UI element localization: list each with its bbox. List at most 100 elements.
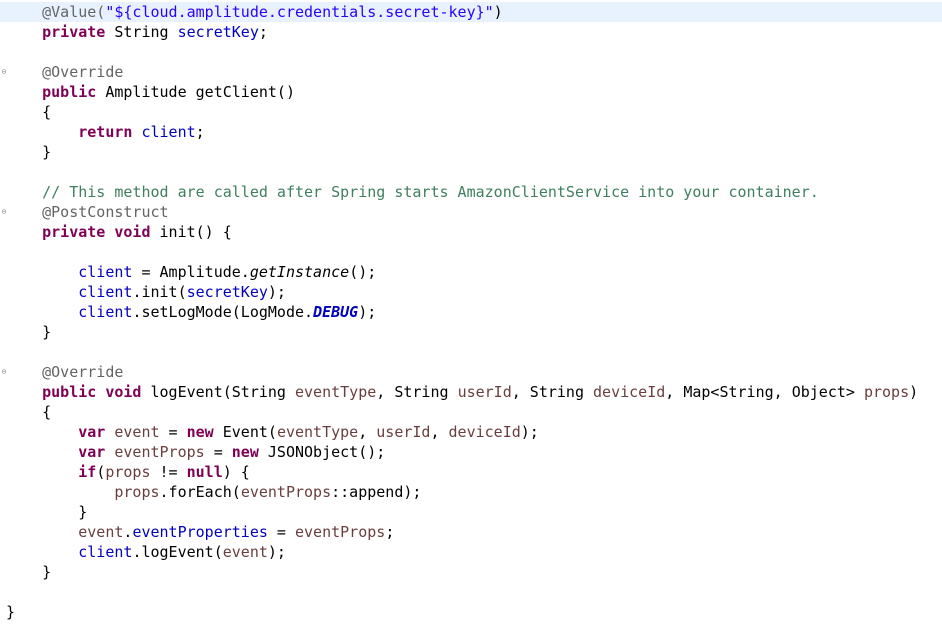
code-line[interactable] bbox=[0, 242, 942, 262]
code-token: } bbox=[6, 323, 52, 341]
code-line[interactable]: ⊖ @PostConstruct bbox=[0, 202, 942, 222]
code-token: var bbox=[78, 423, 106, 441]
code-token: void bbox=[105, 383, 142, 401]
code-token: , bbox=[430, 423, 449, 441]
code-line[interactable] bbox=[0, 42, 942, 62]
code-token: ) bbox=[909, 383, 919, 401]
code-line[interactable]: client.logEvent(event); bbox=[0, 542, 942, 562]
code-token: ); bbox=[520, 423, 539, 441]
code-line[interactable]: ⊖ @Override bbox=[0, 362, 942, 382]
code-token: ) { bbox=[222, 463, 250, 481]
code-line[interactable]: } bbox=[0, 142, 942, 162]
code-line[interactable]: } bbox=[0, 322, 942, 342]
code-line-text: private void init() { bbox=[6, 222, 232, 242]
code-line[interactable]: { bbox=[0, 402, 942, 422]
code-token: } bbox=[6, 143, 52, 161]
code-token: props bbox=[114, 483, 160, 501]
code-token: (); bbox=[349, 263, 377, 281]
code-token: getInstance bbox=[249, 263, 350, 281]
code-token: JSONObject(); bbox=[258, 443, 386, 461]
code-token: if bbox=[78, 463, 97, 481]
code-line[interactable]: } bbox=[0, 502, 942, 522]
code-token: init() { bbox=[150, 223, 232, 241]
code-token: , String bbox=[511, 383, 594, 401]
code-token: null bbox=[186, 463, 223, 481]
code-line[interactable]: var eventProps = new JSONObject(); bbox=[0, 442, 942, 462]
code-area[interactable]: @Value("${cloud.amplitude.credentials.se… bbox=[0, 2, 942, 622]
code-token: ; bbox=[195, 123, 205, 141]
code-line[interactable]: public void logEvent(String eventType, S… bbox=[0, 382, 942, 402]
code-line[interactable] bbox=[0, 162, 942, 182]
code-token: userId bbox=[457, 383, 512, 401]
code-line[interactable]: client.setLogMode(LogMode.DEBUG); bbox=[0, 302, 942, 322]
code-line[interactable] bbox=[0, 342, 942, 362]
code-token: ; bbox=[258, 23, 268, 41]
code-line[interactable]: return client; bbox=[0, 122, 942, 142]
code-token: public bbox=[42, 383, 97, 401]
code-token: .forEach( bbox=[159, 483, 241, 501]
code-line[interactable]: private void init() { bbox=[0, 222, 942, 242]
code-token: , String bbox=[376, 383, 458, 401]
code-token: eventType bbox=[295, 383, 377, 401]
code-line-text: public Amplitude getClient() bbox=[6, 82, 295, 102]
code-token: , Map<String, Object> bbox=[665, 383, 864, 401]
code-line-text: event.eventProperties = eventProps; bbox=[6, 522, 394, 542]
code-line[interactable]: // This method are called after Spring s… bbox=[0, 182, 942, 202]
code-token: = bbox=[204, 443, 232, 461]
code-token: secretKey bbox=[177, 23, 259, 41]
code-line-text: { bbox=[6, 102, 51, 122]
code-line-text: @Value("${cloud.amplitude.credentials.se… bbox=[6, 2, 503, 22]
code-token: client bbox=[78, 543, 133, 561]
code-line[interactable]: } bbox=[0, 602, 942, 622]
code-line[interactable]: props.forEach(eventProps::append); bbox=[0, 482, 942, 502]
code-line[interactable]: var event = new Event(eventType, userId,… bbox=[0, 422, 942, 442]
code-line[interactable]: client = Amplitude.getInstance(); bbox=[0, 262, 942, 282]
code-line[interactable]: { bbox=[0, 102, 942, 122]
code-line-text: public void logEvent(String eventType, S… bbox=[6, 382, 918, 402]
code-token: ); bbox=[267, 283, 286, 301]
code-line[interactable]: public Amplitude getClient() bbox=[0, 82, 942, 102]
code-editor[interactable]: @Value("${cloud.amplitude.credentials.se… bbox=[0, 0, 942, 628]
code-token: new bbox=[186, 423, 214, 441]
code-line-text: client.logEvent(event); bbox=[6, 542, 286, 562]
code-token: DEBUG bbox=[313, 303, 359, 321]
code-line[interactable]: @Value("${cloud.amplitude.credentials.se… bbox=[0, 2, 942, 22]
code-token: .logEvent( bbox=[132, 543, 223, 561]
code-token: } bbox=[6, 503, 88, 521]
code-line[interactable] bbox=[0, 582, 942, 602]
code-token: eventProperties bbox=[132, 523, 268, 541]
code-token: Event( bbox=[213, 423, 277, 441]
code-token: = bbox=[159, 423, 187, 441]
code-token: ; bbox=[385, 523, 395, 541]
code-line[interactable]: client.init(secretKey); bbox=[0, 282, 942, 302]
code-line-text: client.init(secretKey); bbox=[6, 282, 286, 302]
code-line[interactable]: ⊖ @Override bbox=[0, 62, 942, 82]
code-token: eventProps bbox=[295, 523, 386, 541]
code-line[interactable]: } bbox=[0, 562, 942, 582]
code-token: public bbox=[42, 83, 97, 101]
code-token: event bbox=[114, 423, 160, 441]
code-token: .init( bbox=[132, 283, 187, 301]
code-token: event bbox=[78, 523, 124, 541]
code-line[interactable]: event.eventProperties = eventProps; bbox=[0, 522, 942, 542]
code-token: .setLogMode(LogMode. bbox=[132, 303, 314, 321]
code-token: new bbox=[231, 443, 259, 461]
code-token: eventProps bbox=[114, 443, 205, 461]
code-token: != bbox=[150, 463, 187, 481]
code-line-text: // This method are called after Spring s… bbox=[6, 182, 819, 202]
code-token: ( bbox=[96, 463, 106, 481]
code-line[interactable]: if(props != null) { bbox=[0, 462, 942, 482]
code-line[interactable]: private String secretKey; bbox=[0, 22, 942, 42]
